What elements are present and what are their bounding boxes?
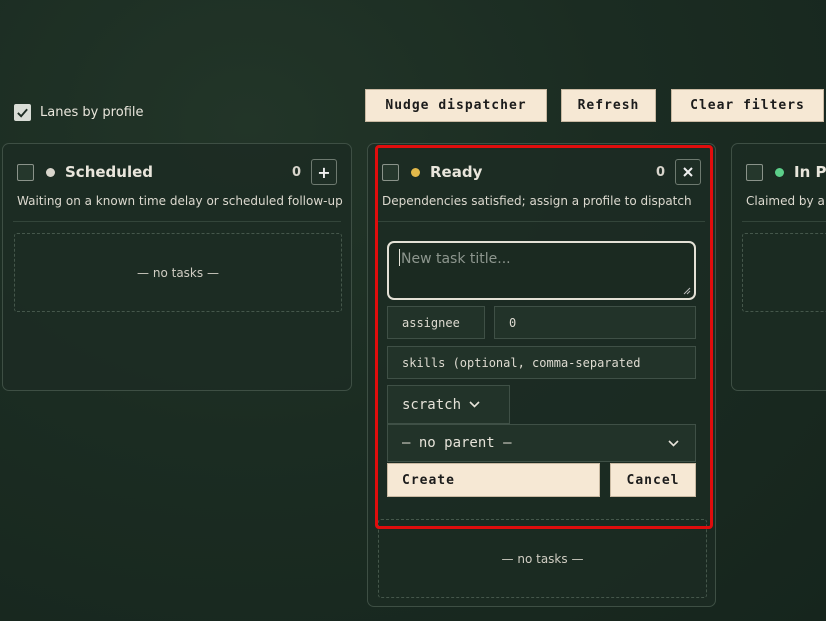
new-task-form: New task title... assignee 0 skills (opt… xyxy=(377,233,704,513)
plus-icon: + xyxy=(317,162,331,182)
lanes-by-profile-checkbox[interactable] xyxy=(14,104,31,121)
lane-status-dot xyxy=(411,167,420,177)
lane-in-progress: In Pr Claimed by a w xyxy=(731,143,826,391)
refresh-button[interactable]: Refresh xyxy=(561,89,656,122)
chevron-down-icon xyxy=(469,401,480,408)
lane-drop-zone[interactable]: — no tasks — xyxy=(378,519,707,598)
assignee-placeholder: assignee xyxy=(402,315,460,330)
parent-select[interactable]: — no parent — xyxy=(387,424,696,462)
lane-scheduled: Scheduled 0 + Waiting on a known time de… xyxy=(2,143,352,391)
lane-select-checkbox[interactable] xyxy=(17,163,34,181)
clear-filters-button[interactable]: Clear filters xyxy=(671,89,824,122)
assignee-field[interactable]: assignee xyxy=(387,306,485,339)
lanes-by-profile-label: Lanes by profile xyxy=(40,105,144,120)
skills-field[interactable]: skills (optional, comma-separated xyxy=(387,346,696,379)
lane-status-dot xyxy=(46,167,55,177)
create-button[interactable]: Create xyxy=(387,463,600,497)
task-title-input[interactable]: New task title... xyxy=(387,241,696,300)
empty-lane-text: — no tasks — xyxy=(501,551,584,566)
close-icon xyxy=(683,167,693,177)
lane-status-dot xyxy=(775,167,784,177)
workspace-select[interactable]: scratch xyxy=(387,385,510,424)
lane-description: Dependencies satisfied; assign a profile… xyxy=(382,194,692,208)
priority-field[interactable]: 0 xyxy=(494,306,696,339)
lane-drop-zone[interactable] xyxy=(742,233,826,312)
parent-value: — no parent — xyxy=(402,435,512,451)
chevron-down-icon xyxy=(668,439,679,447)
cancel-button[interactable]: Cancel xyxy=(610,463,696,497)
workspace-value: scratch xyxy=(402,396,462,413)
nudge-dispatcher-button[interactable]: Nudge dispatcher xyxy=(365,89,547,122)
lane-divider xyxy=(742,221,826,222)
lane-select-checkbox[interactable] xyxy=(382,163,399,181)
lane-description: Claimed by a w xyxy=(746,194,826,208)
lane-divider xyxy=(13,221,341,222)
lane-title: In Pr xyxy=(794,163,826,181)
lane-divider xyxy=(378,221,705,222)
lane-select-checkbox[interactable] xyxy=(746,163,763,181)
lane-title: Scheduled xyxy=(65,163,154,181)
lane-title: Ready xyxy=(430,163,483,181)
resize-handle-icon[interactable] xyxy=(683,287,691,295)
skills-placeholder: skills (optional, comma-separated xyxy=(402,355,641,370)
lane-drop-zone[interactable]: — no tasks — xyxy=(14,233,342,312)
lane-count: 0 xyxy=(655,164,665,180)
lane-count: 0 xyxy=(291,164,301,180)
text-caret xyxy=(399,249,400,266)
lane-description: Waiting on a known time delay or schedul… xyxy=(17,194,343,208)
lanes-by-profile-toggle[interactable]: Lanes by profile xyxy=(14,104,144,121)
check-icon xyxy=(17,108,28,118)
task-title-placeholder: New task title... xyxy=(401,251,511,267)
priority-value: 0 xyxy=(509,315,517,330)
close-form-button[interactable] xyxy=(675,159,701,185)
add-task-button[interactable]: + xyxy=(311,159,337,185)
empty-lane-text: — no tasks — xyxy=(137,265,219,280)
